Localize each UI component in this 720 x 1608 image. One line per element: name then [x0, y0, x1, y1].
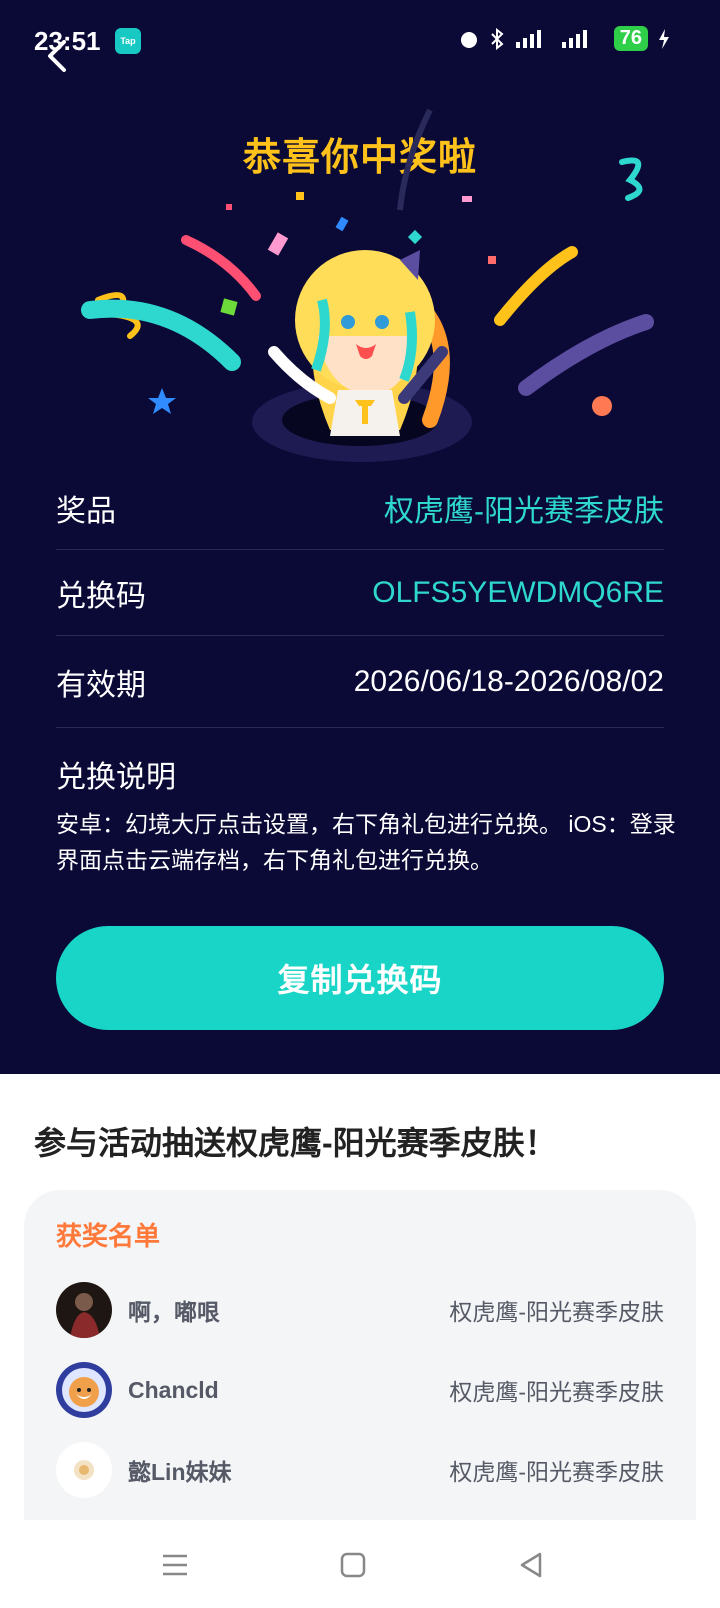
winner-name: 啊，嘟哏	[128, 1299, 220, 1325]
tap-app-icon: Tap	[115, 28, 141, 54]
winner-prize: 权虎鹰-阳光赛季皮肤	[449, 1299, 664, 1325]
battery-icon: 76	[613, 26, 648, 51]
winner-avatar	[56, 1282, 112, 1338]
back-nav-icon[interactable]	[516, 1550, 546, 1580]
winner-prize: 权虎鹰-阳光赛季皮肤	[449, 1459, 664, 1485]
home-nav-icon[interactable]	[338, 1550, 368, 1580]
winners-title: 获奖名单	[56, 1221, 161, 1251]
winner-name: Chancld	[128, 1376, 219, 1403]
charging-icon	[659, 28, 669, 49]
validity-label: 有效期	[56, 668, 146, 702]
bluetooth-icon	[491, 27, 504, 50]
redeem-code-value[interactable]: OLFS5YEWDMQ6RE	[372, 576, 664, 610]
validity-value: 2026/06/18-2026/08/02	[353, 664, 664, 698]
status-bar: 23:51 Tap 76	[0, 0, 720, 80]
menu-nav-icon[interactable]	[160, 1550, 190, 1580]
prize-value: 权虎鹰-阳光赛季皮肤	[384, 494, 664, 528]
status-icons: 76	[458, 26, 670, 51]
system-nav-bar	[0, 1520, 720, 1608]
alarm-icon	[460, 31, 477, 48]
copy-code-button[interactable]: 复制兑换码	[56, 926, 664, 1030]
winner-name: 懿Lin妹妹	[128, 1459, 232, 1485]
prize-info-list: 奖品 权虎鹰-阳光赛季皮肤 兑换码 OLFS5YEWDMQ6RE 有效期 202…	[56, 466, 664, 728]
prize-row: 奖品 权虎鹰-阳光赛季皮肤	[56, 466, 664, 550]
redeem-code-row: 兑换码 OLFS5YEWDMQ6RE	[56, 550, 664, 636]
winner-avatar	[56, 1442, 112, 1498]
winners-card: 获奖名单 啊，嘟哏 权虎鹰-阳光赛季皮肤 Chancld 权虎鹰-阳光赛季皮肤 …	[24, 1190, 696, 1520]
back-arrow-icon[interactable]	[40, 36, 76, 76]
redeem-instructions-title: 兑换说明	[56, 761, 176, 794]
prize-panel: 23:51 Tap 76 恭喜你中奖啦 奖品 权虎鹰-阳光赛季皮肤 兑换码 OL…	[0, 0, 720, 1074]
prize-label: 奖品	[56, 494, 116, 528]
winner-row[interactable]: 啊，嘟哏 权虎鹰-阳光赛季皮肤	[56, 1280, 664, 1340]
redeem-code-label: 兑换码	[56, 579, 146, 613]
winner-row[interactable]: Chancld 权虎鹰-阳光赛季皮肤	[56, 1360, 664, 1420]
celebration-illustration	[81, 108, 654, 462]
signal-icon	[515, 29, 587, 48]
winner-row[interactable]: 懿Lin妹妹 权虎鹰-阳光赛季皮肤	[56, 1440, 664, 1500]
redeem-instructions-text: 安卓：幻境大厅点击设置，右下角礼包进行兑换。 iOS：登录界面点击云端存档，右下…	[56, 811, 676, 873]
validity-row: 有效期 2026/06/18-2026/08/02	[56, 636, 664, 728]
winner-avatar	[56, 1362, 112, 1418]
winner-prize: 权虎鹰-阳光赛季皮肤	[449, 1379, 664, 1405]
activity-title: 参与活动抽送权虎鹰-阳光赛季皮肤！	[34, 1125, 557, 1161]
